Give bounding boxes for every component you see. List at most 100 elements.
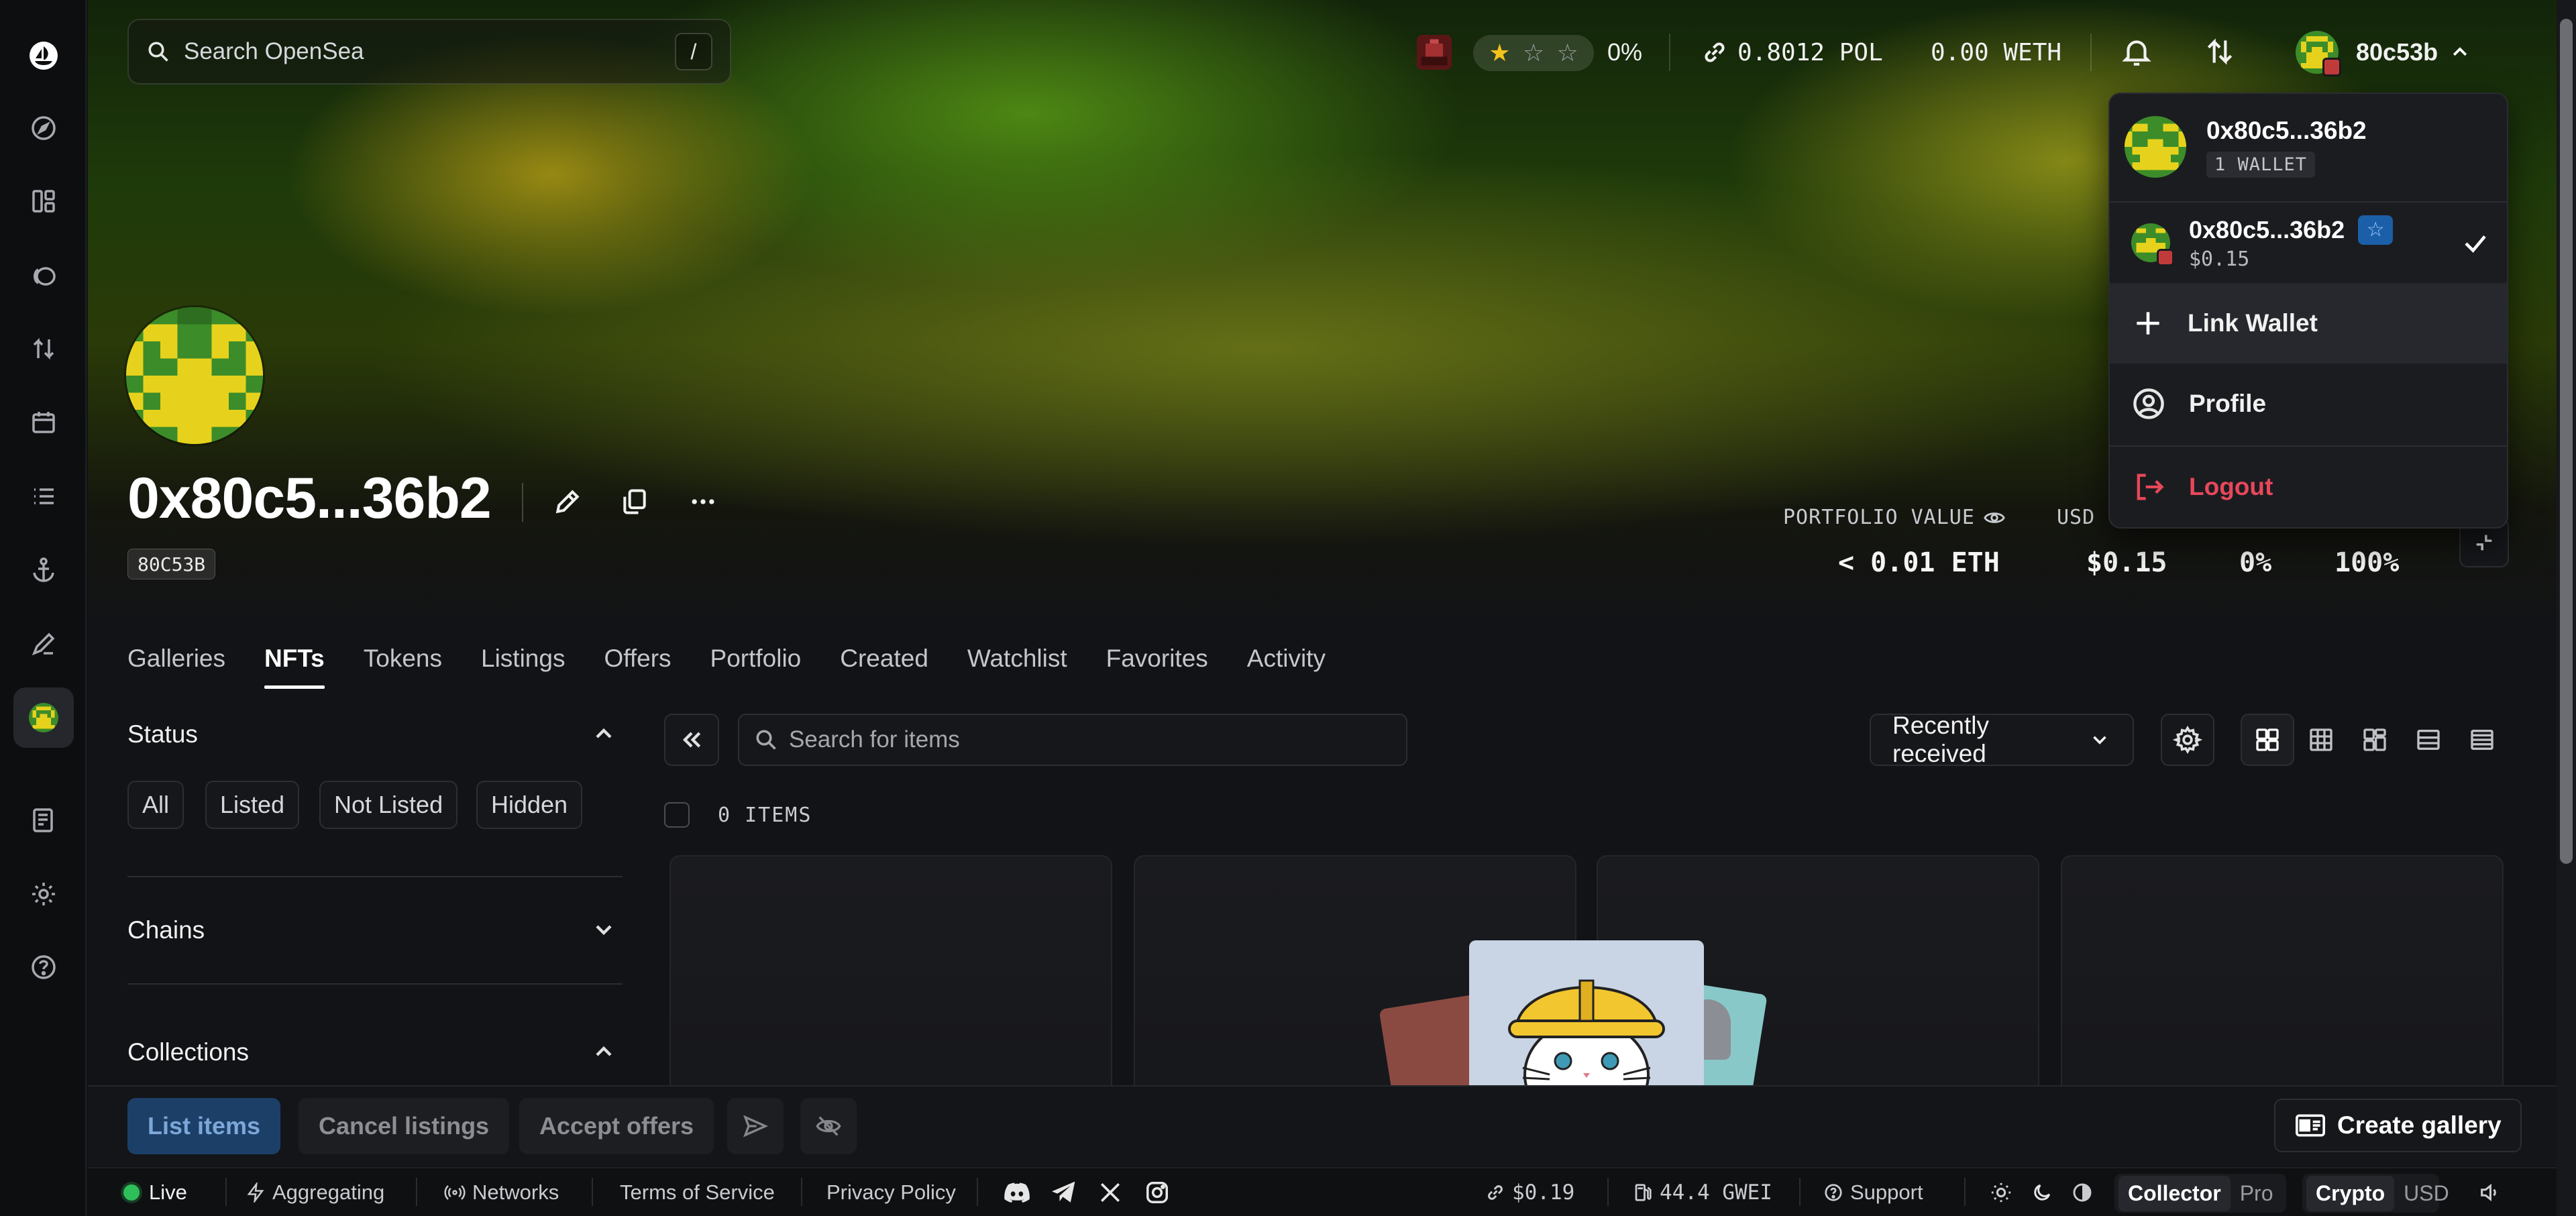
profile-menu-label: Profile bbox=[2189, 390, 2267, 417]
help-icon[interactable] bbox=[13, 937, 74, 997]
create-gallery-button[interactable]: Create gallery bbox=[2274, 1099, 2522, 1152]
mode-collector[interactable]: Collector bbox=[2118, 1175, 2231, 1211]
pol-balance[interactable]: 0.8012 POL bbox=[1701, 27, 1883, 78]
account-menu-toggle[interactable]: 80c53b bbox=[2356, 27, 2470, 78]
x-twitter-icon[interactable] bbox=[1099, 1179, 1128, 1206]
collection-thumbnail-icon[interactable] bbox=[1417, 35, 1452, 70]
collections-icon[interactable] bbox=[13, 246, 74, 307]
chevron-up-icon[interactable] bbox=[590, 720, 617, 747]
status-chip-not-listed[interactable]: Not Listed bbox=[319, 781, 458, 829]
weth-balance[interactable]: 0.00 WETH bbox=[1931, 27, 2061, 78]
status-chip-all[interactable]: All bbox=[127, 781, 184, 829]
discord-icon[interactable] bbox=[1004, 1179, 1037, 1206]
grid-large-icon[interactable] bbox=[2241, 714, 2294, 766]
light-theme-sun-icon[interactable] bbox=[1990, 1179, 2019, 1206]
divider bbox=[127, 983, 623, 985]
tab-nfts[interactable]: NFTs bbox=[264, 641, 325, 689]
swap-arrows-icon[interactable] bbox=[2203, 35, 2237, 68]
aggregating-link[interactable]: Aggregating bbox=[246, 1179, 384, 1206]
list-icon[interactable] bbox=[13, 466, 74, 527]
wallet-row[interactable]: 0x80c5...36b2 ☆ $0.15 bbox=[2110, 203, 2507, 283]
sort-label: Recently received bbox=[1892, 712, 1989, 767]
link-chain-icon bbox=[1488, 1185, 1503, 1200]
items-search-input[interactable] bbox=[789, 726, 1391, 753]
terms-of-service-link[interactable]: Terms of Service bbox=[620, 1179, 775, 1206]
select-all-checkbox[interactable] bbox=[664, 802, 690, 828]
status-filter-title[interactable]: Status bbox=[127, 720, 198, 749]
calendar-icon[interactable] bbox=[13, 392, 74, 453]
divider bbox=[127, 876, 623, 877]
opensea-logo-icon[interactable] bbox=[13, 25, 74, 86]
status-chip-listed[interactable]: Listed bbox=[205, 781, 300, 829]
create-icon[interactable] bbox=[13, 614, 74, 674]
grid-small-icon[interactable] bbox=[2294, 714, 2348, 766]
settings-gear-icon[interactable] bbox=[13, 864, 74, 924]
account-avatar[interactable] bbox=[2296, 31, 2341, 76]
wallet-avatar bbox=[2131, 223, 2174, 266]
tab-galleries[interactable]: Galleries bbox=[127, 641, 225, 689]
currency-crypto[interactable]: Crypto bbox=[2306, 1175, 2395, 1211]
list-table-icon[interactable] bbox=[2455, 714, 2509, 766]
swap-icon[interactable] bbox=[13, 319, 74, 379]
view-settings-button[interactable] bbox=[2161, 714, 2214, 766]
system-theme-icon[interactable] bbox=[2072, 1179, 2100, 1206]
support-link[interactable]: Support bbox=[1823, 1179, 1923, 1206]
divider bbox=[1607, 1178, 1609, 1206]
star-empty-icon: ☆ bbox=[1522, 39, 1545, 66]
gallery-icon bbox=[2294, 1111, 2326, 1140]
list-items-button[interactable]: List items bbox=[127, 1098, 281, 1154]
mode-pro[interactable]: Pro bbox=[2231, 1181, 2283, 1206]
list-compact-icon[interactable] bbox=[2402, 714, 2455, 766]
tab-portfolio[interactable]: Portfolio bbox=[710, 641, 802, 689]
notification-bell-icon[interactable] bbox=[2120, 35, 2153, 68]
eye-icon[interactable] bbox=[1983, 506, 2006, 529]
scrollbar-thumb[interactable] bbox=[2560, 19, 2573, 864]
tab-favorites[interactable]: Favorites bbox=[1106, 641, 1208, 689]
profile-menu-item[interactable]: Profile bbox=[2110, 364, 2507, 444]
dropdown-header-address: 0x80c5...36b2 bbox=[2206, 116, 2367, 144]
cancel-listings-button[interactable]: Cancel listings bbox=[299, 1098, 510, 1154]
chevron-up-icon[interactable] bbox=[590, 1038, 617, 1065]
instagram-icon[interactable] bbox=[1144, 1179, 1177, 1206]
divider bbox=[977, 1178, 978, 1206]
chevron-down-icon bbox=[2088, 728, 2111, 751]
docs-icon[interactable] bbox=[13, 790, 74, 850]
privacy-policy-link[interactable]: Privacy Policy bbox=[826, 1179, 956, 1206]
status-chip-hidden[interactable]: Hidden bbox=[476, 781, 583, 829]
tab-offers[interactable]: Offers bbox=[604, 641, 671, 689]
link-wallet-item[interactable]: Link Wallet bbox=[2110, 283, 2507, 364]
compass-icon[interactable] bbox=[13, 98, 74, 158]
global-search-bar[interactable]: Search OpenSea / bbox=[127, 19, 731, 85]
sound-speaker-icon[interactable] bbox=[2478, 1179, 2508, 1206]
accept-offers-button[interactable]: Accept offers bbox=[519, 1098, 714, 1154]
items-search-field[interactable] bbox=[738, 714, 1407, 766]
rating-stars[interactable]: ★ ☆ ☆ bbox=[1473, 35, 1594, 71]
dashboard-icon[interactable] bbox=[13, 171, 74, 231]
tab-created[interactable]: Created bbox=[840, 641, 928, 689]
items-count: 0 ITEMS bbox=[718, 804, 812, 827]
sort-dropdown[interactable]: Recently received bbox=[1870, 712, 2134, 767]
networks-link[interactable]: Networks bbox=[444, 1179, 559, 1206]
chevron-down-icon[interactable] bbox=[590, 916, 617, 943]
tab-tokens[interactable]: Tokens bbox=[364, 641, 442, 689]
currency-usd[interactable]: USD bbox=[2394, 1181, 2459, 1206]
copy-icon[interactable] bbox=[616, 483, 653, 520]
collections-filter-title[interactable]: Collections bbox=[127, 1038, 249, 1066]
edit-pencil-icon[interactable] bbox=[549, 483, 586, 520]
tab-listings[interactable]: Listings bbox=[481, 641, 565, 689]
profile-avatar-icon[interactable] bbox=[13, 687, 74, 748]
collapse-filters-button[interactable] bbox=[664, 714, 719, 766]
dropdown-header: 0x80c5...36b2 1 WALLET bbox=[2110, 110, 2507, 184]
profile-tag[interactable]: 80C53B bbox=[127, 549, 216, 579]
hide-eye-off-icon[interactable] bbox=[800, 1098, 857, 1154]
anchor-icon[interactable] bbox=[13, 540, 74, 600]
transfer-send-icon[interactable] bbox=[727, 1098, 784, 1154]
dark-theme-moon-icon[interactable] bbox=[2031, 1179, 2059, 1206]
more-options-icon[interactable] bbox=[684, 483, 722, 520]
telegram-icon[interactable] bbox=[1051, 1179, 1084, 1206]
grid-mixed-icon[interactable] bbox=[2348, 714, 2402, 766]
tab-activity[interactable]: Activity bbox=[1247, 641, 1326, 689]
chains-filter-title[interactable]: Chains bbox=[127, 916, 205, 944]
logout-menu-item[interactable]: Logout bbox=[2110, 447, 2507, 527]
tab-watchlist[interactable]: Watchlist bbox=[967, 641, 1067, 689]
